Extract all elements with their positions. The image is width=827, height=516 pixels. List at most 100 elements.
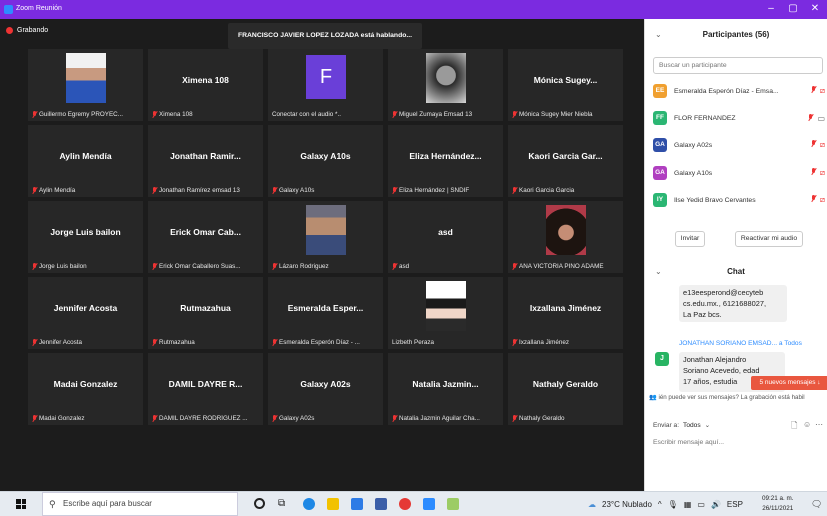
video-tile[interactable]: Lázaro Rodriguez bbox=[268, 201, 383, 273]
mic-muted-icon[interactable] bbox=[811, 140, 816, 147]
notifications-icon[interactable]: 🗨 bbox=[811, 499, 822, 510]
recording-label: Grabando bbox=[17, 27, 49, 34]
participant-row[interactable]: IY Ilse Yedid Bravo Cervantes ⧄ bbox=[653, 192, 825, 208]
chat-message-input[interactable] bbox=[653, 439, 823, 446]
recording-indicator[interactable]: Grabando bbox=[6, 27, 48, 34]
video-tile[interactable]: Miguel Zumaya Emsad 13 bbox=[388, 49, 503, 121]
video-tile[interactable]: Esmeralda Esper... Esmeralda Esperón Díaz… bbox=[268, 277, 383, 349]
mic-muted-icon bbox=[392, 415, 397, 422]
more-options-icon[interactable]: ⋯ bbox=[815, 420, 823, 429]
participant-status-icons: ⧄ bbox=[811, 195, 825, 205]
cortana-icon[interactable] bbox=[254, 498, 265, 509]
video-tile[interactable]: Natalia Jazmin... Natalia Jazmin Aguilar … bbox=[388, 353, 503, 425]
video-tile[interactable]: Ixzallana Jiménez Ixzallana Jiménez bbox=[508, 277, 623, 349]
send-to-selector[interactable]: Enviar a: Todos ⌄ bbox=[653, 421, 710, 430]
mic-muted-icon[interactable] bbox=[811, 86, 816, 93]
language-indicator[interactable]: ESP bbox=[727, 500, 743, 509]
weather-text[interactable]: 23°C Nublado bbox=[602, 500, 652, 509]
video-tile[interactable]: F Conectar con el audio *.. bbox=[268, 49, 383, 121]
battery-icon[interactable]: ▭ bbox=[697, 500, 705, 509]
mic-muted-icon bbox=[512, 111, 517, 118]
mic-muted-icon bbox=[152, 415, 157, 422]
tile-name-label: Nathaly Geraldo bbox=[512, 415, 621, 422]
video-tile[interactable]: Kaori Garcia Gar... Kaori Garcia Garcia bbox=[508, 125, 623, 197]
video-off-icon[interactable]: ⧄ bbox=[820, 168, 825, 178]
video-tile[interactable]: Madai Gonzalez Madai Gonzalez bbox=[28, 353, 143, 425]
file-explorer-icon[interactable] bbox=[327, 498, 339, 510]
taskbar-clock[interactable]: 09:21 a. m. 26/11/2021 bbox=[762, 494, 794, 514]
video-tile[interactable]: Erick Omar Cab... Erick Omar Caballero Su… bbox=[148, 201, 263, 273]
calculator-icon[interactable] bbox=[375, 498, 387, 510]
maximize-button[interactable]: ▢ bbox=[784, 2, 802, 16]
video-tile[interactable]: Jorge Luis bailon Jorge Luis bailon bbox=[28, 201, 143, 273]
tile-name-label: Natalia Jazmin Aguilar Cha... bbox=[392, 415, 501, 422]
tile-display-name: Galaxy A02s bbox=[300, 379, 351, 389]
tile-name-label: Ximena 108 bbox=[152, 111, 261, 118]
close-button[interactable]: ✕ bbox=[806, 2, 824, 16]
tile-name-label: Galaxy A10s bbox=[272, 187, 381, 194]
new-messages-button[interactable]: 5 nuevos mensajes ↓ bbox=[751, 376, 827, 390]
chevron-up-icon[interactable]: ^ bbox=[658, 500, 662, 509]
invite-button[interactable]: Invitar bbox=[675, 231, 705, 247]
tile-name-label: Jonathan Ramírez emsad 13 bbox=[152, 187, 261, 194]
video-off-icon[interactable]: ⧄ bbox=[820, 86, 825, 96]
taskbar-search-box[interactable]: ⚲ Escribe aquí para buscar bbox=[42, 492, 238, 516]
video-tile[interactable]: Rutmazahua Rutmazahua bbox=[148, 277, 263, 349]
active-speaker-banner: FRANCISCO JAVIER LOPEZ LOZADA está habla… bbox=[228, 23, 422, 49]
video-tile[interactable]: Mónica Sugey... Mónica Sugey Mier Niebla bbox=[508, 49, 623, 121]
participant-row[interactable]: GA Galaxy A02s ⧄ bbox=[653, 137, 825, 153]
video-tile[interactable]: Nathaly Geraldo Nathaly Geraldo bbox=[508, 353, 623, 425]
minimize-button[interactable]: – bbox=[762, 2, 780, 16]
task-view-icon[interactable]: ⧉ bbox=[278, 498, 290, 510]
paint-icon[interactable] bbox=[447, 498, 459, 510]
video-tile[interactable]: Lizbeth Peraza bbox=[388, 277, 503, 349]
video-off-icon[interactable]: ⧄ bbox=[820, 140, 825, 150]
video-tile[interactable]: DAMIL DAYRE R... DAMIL DAYRE RODRÍGUEZ ..… bbox=[148, 353, 263, 425]
windows-start-button[interactable] bbox=[16, 499, 26, 509]
video-off-icon[interactable]: ⧄ bbox=[820, 195, 825, 205]
network-icon[interactable]: ▦ bbox=[684, 500, 692, 509]
file-icon[interactable]: 🗋 bbox=[791, 420, 797, 434]
video-tile[interactable]: Ximena 108 Ximena 108 bbox=[148, 49, 263, 121]
tile-display-name: Jonathan Ramir... bbox=[170, 151, 241, 161]
chat-sender-avatar: J bbox=[655, 352, 669, 366]
video-tile[interactable]: Galaxy A10s Galaxy A10s bbox=[268, 125, 383, 197]
mic-icon[interactable]: 🎙 bbox=[668, 500, 678, 509]
participant-name: Ilse Yedid Bravo Cervantes bbox=[674, 196, 756, 204]
video-tile[interactable]: Jennifer Acosta Jennifer Acosta bbox=[28, 277, 143, 349]
chat-line: Jonathan Alejandro bbox=[683, 355, 747, 364]
tile-name-label: Lizbeth Peraza bbox=[392, 339, 501, 346]
mic-muted-icon[interactable] bbox=[811, 195, 816, 202]
video-tile[interactable]: asd asd bbox=[388, 201, 503, 273]
send-to-value[interactable]: Todos bbox=[683, 422, 701, 429]
video-tile[interactable]: Jonathan Ramir... Jonathan Ramírez emsad … bbox=[148, 125, 263, 197]
mic-muted-icon bbox=[32, 187, 37, 194]
edge-icon[interactable] bbox=[303, 498, 315, 510]
emoji-icon[interactable]: ☺ bbox=[803, 420, 811, 429]
mic-muted-icon bbox=[392, 263, 397, 270]
participant-search-input[interactable] bbox=[653, 57, 823, 74]
chat-line: Soriano Acevedo, edad bbox=[683, 366, 760, 375]
participant-row[interactable]: EE Esmeralda Esperón Díaz - Emsa... ⧄ bbox=[653, 83, 825, 99]
video-tile[interactable]: Galaxy A02s Galaxy A02s bbox=[268, 353, 383, 425]
participant-profile-picture bbox=[426, 53, 466, 103]
mic-muted-icon[interactable] bbox=[808, 113, 813, 121]
participant-row[interactable]: FF FLOR FERNANDEZ ▭ bbox=[653, 110, 825, 126]
mic-muted-icon bbox=[392, 111, 397, 118]
chat-visibility-notice[interactable]: 👥 ién puede ver sus mensajes? La grabaci… bbox=[649, 393, 827, 401]
chat-line: e13eesperond@cecyteb bbox=[683, 288, 764, 297]
reactivate-audio-button[interactable]: Reactivar mi audio bbox=[735, 231, 803, 247]
tile-label-text: DAMIL DAYRE RODRÍGUEZ ... bbox=[159, 415, 248, 422]
chrome-icon[interactable] bbox=[399, 498, 411, 510]
store-icon[interactable] bbox=[351, 498, 363, 510]
volume-icon[interactable]: 🔊 bbox=[711, 500, 721, 509]
video-tile[interactable]: Guillermo Egremy PROYEC... bbox=[28, 49, 143, 121]
participant-row[interactable]: GA Galaxy A10s ⧄ bbox=[653, 165, 825, 181]
video-tile[interactable]: Eliza Hernández... Eliza Hernández | SNDI… bbox=[388, 125, 503, 197]
video-tile[interactable]: Aylin Mendía Aylin Mendía bbox=[28, 125, 143, 197]
video-tile[interactable]: ANA VICTORIA PINO ADAME bbox=[508, 201, 623, 273]
video-icon[interactable]: ▭ bbox=[817, 114, 825, 123]
tile-label-text: Madai Gonzalez bbox=[39, 415, 85, 422]
zoom-taskbar-icon[interactable] bbox=[423, 498, 435, 510]
mic-muted-icon[interactable] bbox=[811, 168, 816, 175]
